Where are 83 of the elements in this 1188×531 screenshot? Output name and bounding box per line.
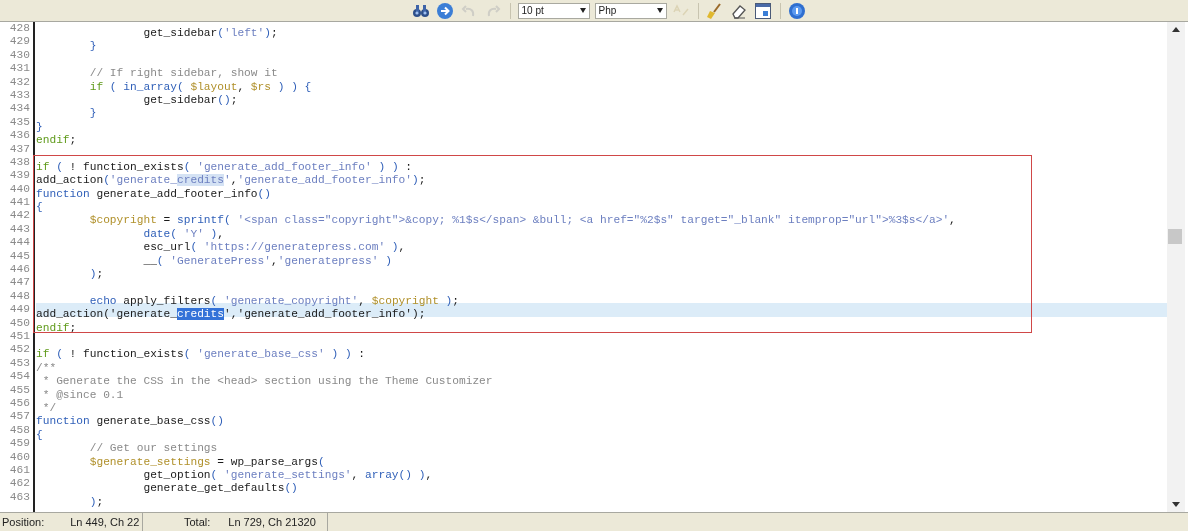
code-line: add_action('generate_credits','generate_add_footer_info'); <box>36 308 426 322</box>
line-number: 451 <box>8 330 31 344</box>
code-line: generate_get_defaults() <box>142 482 298 496</box>
dropdown-arrow-icon <box>656 8 663 13</box>
line-number: 437 <box>8 142 31 156</box>
code-line: // If right sidebar, show it <box>88 67 278 81</box>
line-number: 436 <box>8 129 31 143</box>
line-number: 443 <box>8 222 31 237</box>
code-line: // Get our settings <box>88 442 218 456</box>
line-number: 458 <box>8 423 31 438</box>
code-line: * @since 0.1 <box>41 388 124 402</box>
line-number: 434 <box>8 102 31 116</box>
line-number: 459 <box>8 437 31 451</box>
line-number: 453 <box>8 356 31 371</box>
code-line: get_option( 'generate_settings', array() ), <box>142 468 433 483</box>
scroll-up-icon[interactable] <box>1172 27 1180 32</box>
code-line: get_sidebar(); <box>142 93 238 108</box>
code-line: */ <box>41 401 57 416</box>
scrollbar[interactable] <box>1167 22 1185 512</box>
code-line: $generate_settings = wp_parse_args( <box>88 455 325 469</box>
line-number: 446 <box>8 263 31 277</box>
line-number: 435 <box>8 115 31 130</box>
code-line: add_action('generate_credits','generate_add_footer_info'); <box>36 174 426 188</box>
help-icon[interactable] <box>787 1 807 20</box>
window-icon[interactable] <box>753 1 773 20</box>
line-number: 449 <box>8 303 31 317</box>
code-line: /** <box>36 361 57 376</box>
dropdown-arrow-icon <box>579 8 586 13</box>
status-value: Ln 729, Ch 21320 <box>228 516 316 528</box>
code-line: get_sidebar('left'); <box>142 27 278 41</box>
font-size-dropdown[interactable]: 10 pt <box>517 2 590 19</box>
code-line: endif; <box>36 321 77 335</box>
code-line: __( 'GeneratePress','generatepress' ) <box>142 254 392 269</box>
line-number: 431 <box>8 62 31 76</box>
arrow-circle-icon[interactable] <box>435 1 455 20</box>
line-number: 457 <box>8 410 31 424</box>
line-number: 442 <box>8 209 31 223</box>
line-number: 438 <box>8 155 31 170</box>
scroll-down-icon[interactable] <box>1172 502 1180 507</box>
line-number: 463 <box>8 490 31 505</box>
line-number: 456 <box>8 396 31 411</box>
code-line: ); <box>88 495 104 510</box>
code-line: echo apply_filters( 'generate_copyright', $copyright ); <box>88 294 460 309</box>
line-number: 450 <box>8 316 31 330</box>
code-line: esc_url( 'https://generatepress.com' ), <box>142 241 406 255</box>
code-line: } <box>88 40 97 54</box>
line-number: 454 <box>8 370 31 384</box>
code-line: { <box>36 201 43 215</box>
line-number: 444 <box>8 236 31 250</box>
status-value: Ln 449, Ch 22 <box>70 516 140 528</box>
scroll-thumb[interactable] <box>1168 229 1182 244</box>
line-number: 447 <box>8 276 31 290</box>
code-line: function generate_base_css() <box>36 415 224 429</box>
code-line: { <box>36 428 43 443</box>
code-line: $copyright = sprintf( '<span class="copyright">&copy; %1$s</span> &bull; <a href="%2$s" target="_blank" itemprop="url">%3$s</a>', <box>88 214 956 228</box>
line-number: 441 <box>8 196 31 210</box>
line-number: 448 <box>8 289 31 304</box>
line-number: 432 <box>8 75 31 89</box>
code-line: if ( in_array( $layout, $rs ) ) { <box>88 80 312 94</box>
line-number: 452 <box>8 343 31 357</box>
code-line: } <box>88 107 97 121</box>
line-number: 455 <box>8 383 31 397</box>
status-label: Total: <box>184 516 211 528</box>
line-number: 439 <box>8 169 31 183</box>
line-number: 440 <box>8 182 31 197</box>
language-dropdown[interactable]: Php <box>594 2 667 19</box>
code-line: if ( ! function_exists( 'generate_add_footer_info' ) ) : <box>36 160 413 175</box>
code-line: ); <box>88 268 104 282</box>
code-line: endif; <box>36 134 77 148</box>
line-number: 428 <box>8 22 31 36</box>
code-line: date( 'Y' ), <box>142 227 224 242</box>
line-number: 460 <box>8 450 31 464</box>
line-number: 429 <box>8 35 31 49</box>
line-number: 430 <box>8 48 31 63</box>
code-line: function generate_add_footer_info() <box>36 187 271 202</box>
line-number: 445 <box>8 249 31 264</box>
code-line: * Generate the CSS in the <head> section using the Theme Customizer <box>41 375 493 389</box>
status-label: Position: <box>2 516 45 528</box>
line-number: 433 <box>8 88 31 103</box>
code-line: } <box>36 120 43 135</box>
code-line: if ( ! function_exists( 'generate_base_css' ) ) : <box>36 348 366 362</box>
line-number: 462 <box>8 477 31 491</box>
line-number: 461 <box>8 463 31 478</box>
